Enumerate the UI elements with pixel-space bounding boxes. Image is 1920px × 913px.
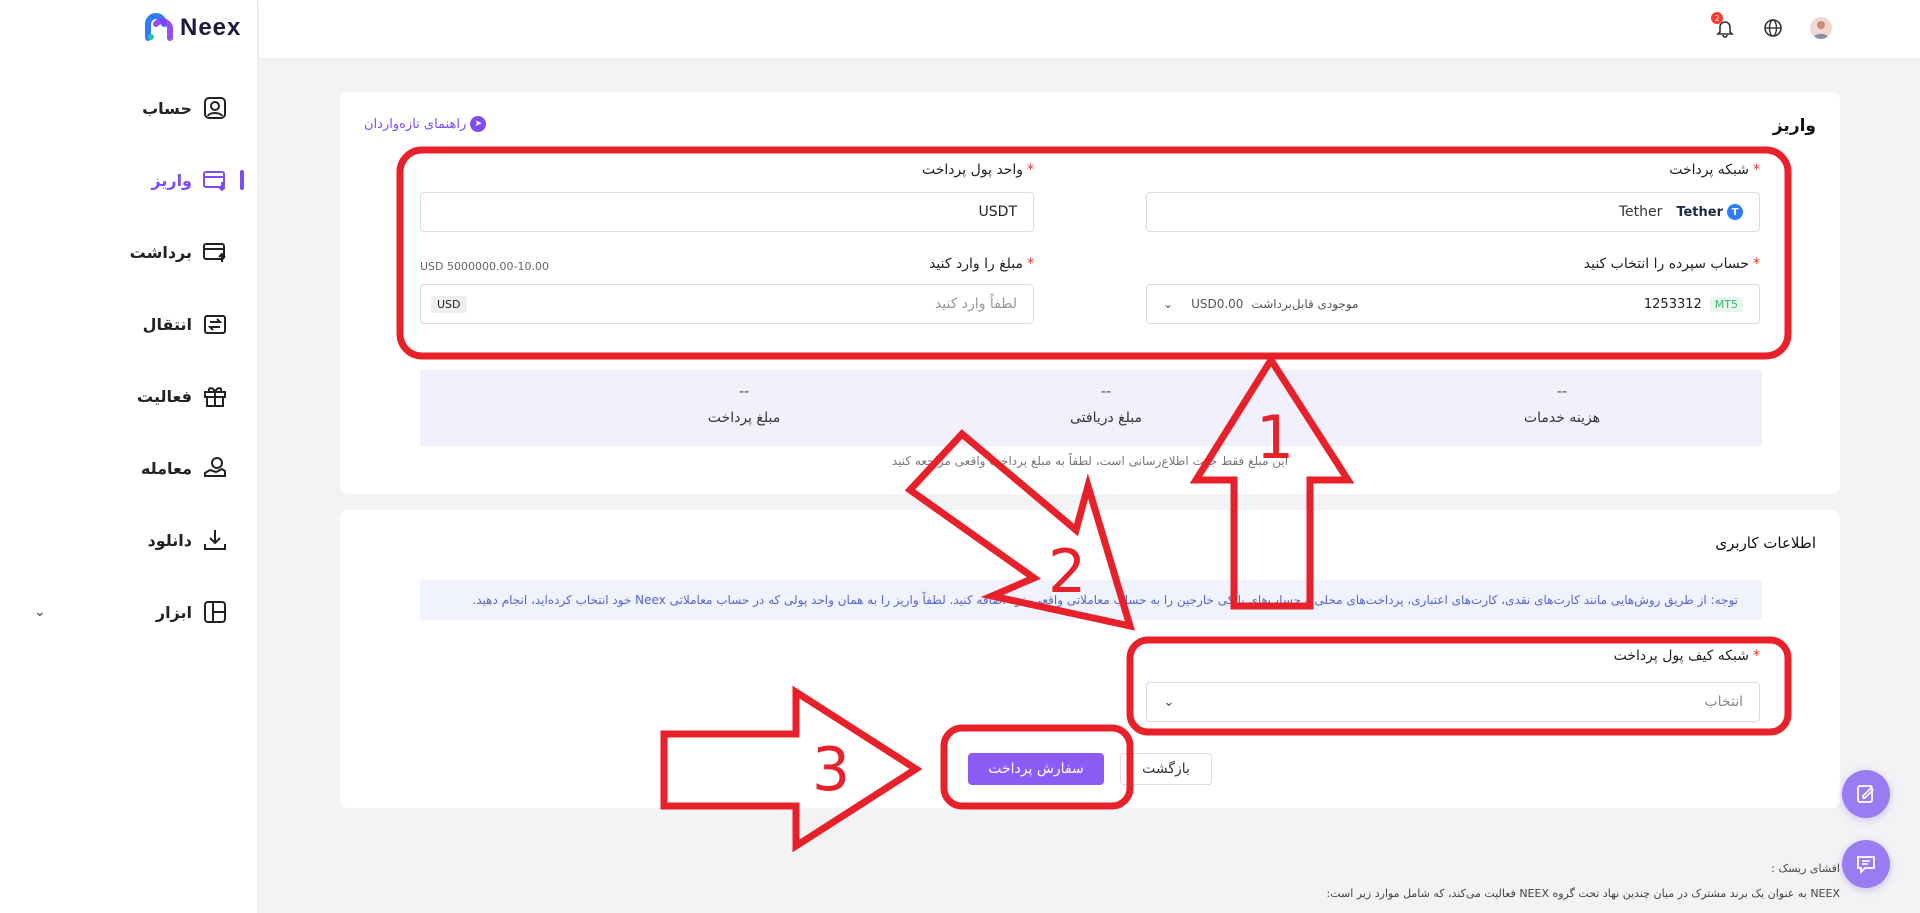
newcomer-guide-link[interactable]: ➤ راهنمای تازه‌واردان [364, 116, 487, 132]
avatar [1810, 17, 1832, 39]
chat-support-button[interactable] [1842, 840, 1890, 888]
chevron-down-icon: ⌄ [1163, 694, 1175, 710]
payment-summary: -- هزینه خدمات -- مبلغ دریافتی -- مبلغ پ… [420, 370, 1762, 446]
risk-text: NEEX به عنوان یک برند مشترک در میان چندی… [1326, 887, 1840, 900]
user-avatar-button[interactable] [1809, 16, 1833, 40]
sidebar-item-deposit[interactable]: واریز [0, 160, 258, 200]
section-title: اطلاعات کاربری [1715, 534, 1816, 552]
sidebar: Neex حساب واریز برداشت انتقال فعالیت معا… [0, 0, 258, 913]
balance-value: USD0.00 [1191, 297, 1244, 311]
submit-payment-button[interactable]: سفارش پرداخت [968, 753, 1104, 785]
notification-badge: 2 [1711, 12, 1723, 24]
risk-title: افشای ریسک : [1771, 862, 1840, 875]
top-header: 2 [259, 0, 1920, 58]
amount-unit-badge: USD [431, 295, 467, 313]
currency-label: *واحد پول پرداخت [921, 162, 1034, 178]
sidebar-item-tools[interactable]: ⌄ ابزار [0, 592, 258, 632]
network-select[interactable]: T Tether Tether [1146, 192, 1760, 232]
trade-icon [204, 457, 226, 477]
feedback-button[interactable] [1842, 770, 1890, 818]
account-number: 1253312 [1643, 296, 1702, 312]
user-icon [204, 97, 226, 119]
account-label: *حساب سپرده را انتخاب کنید [1583, 256, 1760, 272]
sidebar-item-withdraw[interactable]: برداشت [0, 232, 258, 272]
sidebar-item-label: واریز [151, 170, 192, 190]
balance-label: موجودی قابل‌برداشت [1251, 297, 1359, 311]
deposit-notice: توجه: از طریق روش‌هایی مانند کارت‌های نق… [420, 580, 1762, 620]
summary-service-fee: -- هزینه خدمات [1523, 384, 1601, 426]
tether-icon: T [1727, 204, 1743, 220]
compass-icon: ➤ [470, 116, 487, 132]
sidebar-item-label: برداشت [129, 242, 192, 262]
sidebar-item-label: دانلود [147, 530, 192, 550]
wallet-network-label: *شبکه کیف پول پرداخت [1613, 648, 1760, 664]
amount-range-hint: USD 5000000.00-10.00 [420, 260, 549, 273]
sidebar-item-activity[interactable]: فعالیت [0, 376, 258, 416]
deposit-card: واریز ➤ راهنمای تازه‌واردان *شبکه پرداخت… [340, 92, 1840, 494]
sidebar-item-trade[interactable]: معامله [0, 448, 258, 488]
sidebar-item-label: حساب [142, 98, 192, 118]
back-button[interactable]: بازگشت [1120, 753, 1212, 785]
tools-icon [204, 601, 226, 623]
user-info-card: اطلاعات کاربری توجه: از طریق روش‌هایی ما… [340, 510, 1840, 808]
sidebar-item-label: معامله [140, 458, 192, 478]
neex-logo-icon [142, 12, 174, 44]
brand-logo[interactable]: Neex [142, 12, 241, 44]
card-withdraw-icon [203, 243, 226, 262]
language-button[interactable] [1761, 16, 1785, 40]
chevron-down-icon: ⌄ [34, 604, 46, 620]
amount-field[interactable]: USD لطفاً وارد کنید [420, 284, 1034, 324]
sidebar-item-account[interactable]: حساب [0, 88, 258, 128]
amount-input-placeholder[interactable]: لطفاً وارد کنید [935, 296, 1017, 312]
sidebar-item-download[interactable]: دانلود [0, 520, 258, 560]
brand-name: Neex [180, 14, 242, 41]
currency-value: USDT [978, 204, 1017, 220]
guide-label: راهنمای تازه‌واردان [364, 116, 467, 132]
chat-icon [1857, 856, 1875, 875]
tether-logo: T Tether [1676, 204, 1743, 220]
wallet-select-placeholder: انتخاب [1704, 694, 1744, 710]
sidebar-item-label: ابزار [155, 602, 192, 622]
download-icon [204, 530, 226, 550]
network-value: Tether [1618, 204, 1663, 220]
sidebar-item-label: فعالیت [137, 386, 192, 406]
account-type-badge: MT5 [1709, 296, 1743, 312]
edit-note-icon [1857, 785, 1875, 803]
globe-icon [1764, 19, 1782, 37]
page-title: واریز [1772, 116, 1816, 136]
sidebar-item-transfer[interactable]: انتقال [0, 304, 258, 344]
sidebar-item-label: انتقال [142, 314, 192, 334]
gift-icon [204, 387, 226, 407]
notification-button[interactable]: 2 [1711, 12, 1737, 40]
account-select[interactable]: MT5 1253312 موجودی قابل‌برداشت USD0.00 ⌄ [1146, 284, 1760, 324]
summary-payment-amount: -- مبلغ پرداخت [707, 384, 781, 426]
summary-received-amount: -- مبلغ دریافتی [1069, 384, 1142, 426]
currency-select[interactable]: USDT [420, 192, 1034, 232]
transfer-icon [204, 315, 226, 334]
amount-disclaimer: این مبلغ فقط جهت اطلاع‌رسانی است، لطفاً … [891, 454, 1289, 468]
network-label: *شبکه پرداخت [1669, 162, 1760, 178]
wallet-network-select[interactable]: انتخاب ⌄ [1146, 682, 1760, 722]
chevron-down-icon: ⌄ [1163, 297, 1174, 311]
active-indicator [240, 170, 244, 190]
card-deposit-icon [203, 171, 226, 192]
